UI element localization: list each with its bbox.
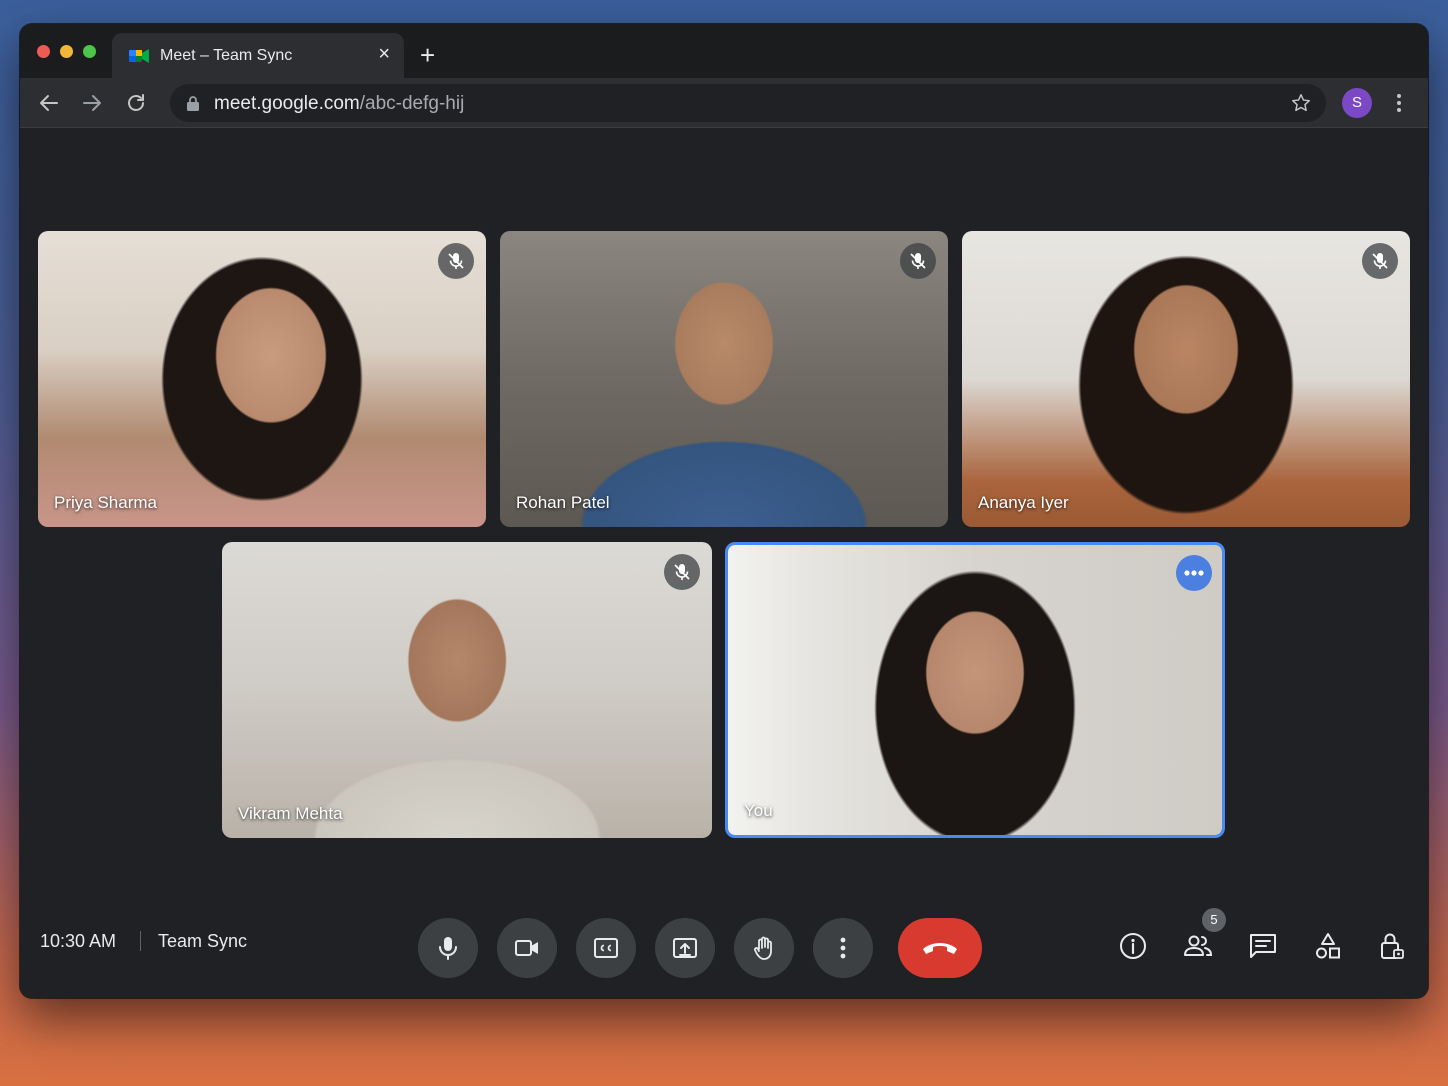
maximize-window-button[interactable]: [83, 45, 96, 58]
new-tab-button[interactable]: +: [420, 42, 435, 68]
tab-meet[interactable]: Meet – Team Sync ×: [112, 33, 404, 78]
profile-avatar[interactable]: S: [1342, 88, 1372, 118]
meeting-time: 10:30 AM: [40, 931, 117, 951]
meeting-stage: Priya Sharma Rohan Patel Ananya Iyer Vik…: [20, 129, 1428, 998]
participant-video: [962, 231, 1410, 527]
close-window-button[interactable]: [37, 45, 50, 58]
url-path: /abc-defg-hij: [359, 93, 465, 114]
present-screen-button[interactable]: [655, 918, 715, 978]
muted-badge: [1362, 243, 1398, 279]
url-host: meet.google.com: [214, 93, 360, 114]
tab-strip: Meet – Team Sync × +: [20, 24, 1428, 78]
mic-off-icon: [1372, 253, 1388, 269]
speaking-indicator: [1176, 555, 1212, 591]
meeting-info-button[interactable]: [1113, 926, 1153, 966]
present-icon: [673, 938, 697, 958]
self-tile[interactable]: You: [725, 542, 1225, 838]
participant-video: [222, 542, 712, 838]
browser-toolbar: meet.google.com/abc-defg-hij S: [20, 78, 1428, 128]
muted-badge: [664, 554, 700, 590]
participant-tile[interactable]: Priya Sharma: [38, 231, 486, 527]
people-count-badge: 5: [1202, 908, 1226, 932]
participant-name: You: [744, 801, 773, 820]
raise-hand-button[interactable]: [734, 918, 794, 978]
browser-menu-icon[interactable]: [1390, 91, 1408, 115]
hang-up-icon: [923, 943, 957, 954]
divider: [140, 931, 141, 951]
back-icon[interactable]: [37, 91, 61, 115]
people-button[interactable]: [1178, 926, 1218, 966]
muted-badge: [900, 243, 936, 279]
info-icon: [1120, 933, 1146, 959]
host-controls-icon: [1381, 933, 1404, 959]
mic-off-icon: [448, 253, 464, 269]
captions-icon: [594, 938, 618, 958]
mic-off-icon: [674, 564, 690, 580]
tab-title: Meet – Team Sync: [160, 47, 293, 64]
address-bar[interactable]: meet.google.com/abc-defg-hij: [170, 84, 1326, 122]
camera-button[interactable]: [497, 918, 557, 978]
participant-tile[interactable]: Vikram Mehta: [222, 542, 712, 838]
url-text: meet.google.com/abc-defg-hij: [214, 93, 464, 115]
meeting-controls-bar: 10:30 AM Team Sync 5: [20, 898, 1428, 998]
tab-close-icon[interactable]: ×: [378, 44, 390, 64]
forward-icon[interactable]: [80, 91, 104, 115]
participant-tile[interactable]: Rohan Patel: [500, 231, 948, 527]
chat-icon: [1250, 934, 1276, 958]
more-options-button[interactable]: [813, 918, 873, 978]
mic-off-icon: [910, 253, 926, 269]
participant-name: Vikram Mehta: [238, 804, 343, 823]
mic-icon: [439, 937, 457, 960]
participant-tile[interactable]: Ananya Iyer: [962, 231, 1410, 527]
camera-icon: [515, 940, 538, 956]
lock-icon: [187, 96, 199, 111]
participant-name: Priya Sharma: [54, 493, 157, 512]
reload-icon[interactable]: [124, 91, 148, 115]
star-icon[interactable]: [1290, 92, 1312, 114]
microphone-button[interactable]: [418, 918, 478, 978]
captions-button[interactable]: [576, 918, 636, 978]
meeting-title: Team Sync: [158, 931, 248, 951]
audio-dots-icon: [1184, 570, 1204, 576]
raise-hand-icon: [754, 936, 772, 960]
participant-video: [500, 231, 948, 527]
self-video: [728, 545, 1222, 835]
muted-badge: [438, 243, 474, 279]
meet-favicon-icon: [129, 49, 149, 63]
activities-button[interactable]: [1308, 926, 1348, 966]
participant-name: Ananya Iyer: [978, 493, 1069, 512]
participant-video: [38, 231, 486, 527]
minimize-window-button[interactable]: [60, 45, 73, 58]
more-options-icon: [840, 937, 846, 959]
activities-icon: [1316, 933, 1340, 959]
chat-button[interactable]: [1243, 926, 1283, 966]
people-icon: [1184, 935, 1213, 956]
leave-call-button[interactable]: [898, 918, 982, 978]
browser-window: Meet – Team Sync × + meet.google.com/abc…: [20, 24, 1428, 998]
participant-name: Rohan Patel: [516, 493, 610, 512]
host-controls-button[interactable]: [1372, 926, 1412, 966]
